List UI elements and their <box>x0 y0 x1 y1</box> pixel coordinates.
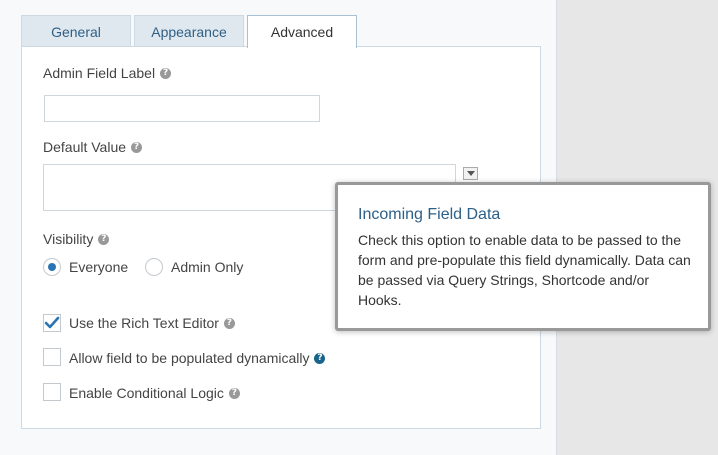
rich-text-editor-label: Use the Rich Text Editor <box>69 315 219 331</box>
help-icon[interactable]: ? <box>223 317 235 329</box>
default-value-label: Default Value ? <box>43 139 143 155</box>
populate-dynamically-label: Allow field to be populated dynamically <box>69 350 310 366</box>
help-icon[interactable]: ? <box>160 67 172 79</box>
admin-field-label-text: Admin Field Label <box>43 65 156 81</box>
help-icon[interactable]: ? <box>314 352 326 364</box>
conditional-logic-option[interactable]: Enable Conditional Logic ? <box>69 385 240 401</box>
rich-text-editor-checkbox[interactable] <box>43 314 61 332</box>
populate-dynamically-option[interactable]: Allow field to be populated dynamically … <box>69 350 326 366</box>
visibility-admin-only-label[interactable]: Admin Only <box>171 259 243 275</box>
help-icon[interactable]: ? <box>98 233 110 245</box>
tab-advanced[interactable]: Advanced <box>247 15 357 48</box>
admin-field-label: Admin Field Label ? <box>43 65 172 81</box>
tab-appearance[interactable]: Appearance <box>134 15 244 47</box>
conditional-logic-label: Enable Conditional Logic <box>69 385 224 401</box>
tab-general[interactable]: General <box>21 15 131 47</box>
merge-tag-dropdown-icon[interactable] <box>463 167 478 180</box>
visibility-everyone-radio[interactable] <box>43 258 61 276</box>
visibility-everyone-label[interactable]: Everyone <box>69 259 128 275</box>
visibility-label: Visibility ? <box>43 231 110 247</box>
visibility-label-text: Visibility <box>43 231 94 247</box>
conditional-logic-checkbox[interactable] <box>43 383 61 401</box>
populate-dynamically-checkbox[interactable] <box>43 348 61 366</box>
help-icon[interactable]: ? <box>131 141 143 153</box>
help-tooltip: Incoming Field Data Check this option to… <box>335 182 711 331</box>
tooltip-title: Incoming Field Data <box>358 206 501 223</box>
help-icon[interactable]: ? <box>228 387 240 399</box>
tooltip-body: Check this option to enable data to be p… <box>358 232 691 308</box>
admin-field-label-input[interactable] <box>44 95 320 122</box>
visibility-admin-only-radio[interactable] <box>145 258 163 276</box>
rich-text-editor-option[interactable]: Use the Rich Text Editor ? <box>69 315 235 331</box>
default-value-label-text: Default Value <box>43 139 127 155</box>
checkmark-icon <box>44 316 60 329</box>
